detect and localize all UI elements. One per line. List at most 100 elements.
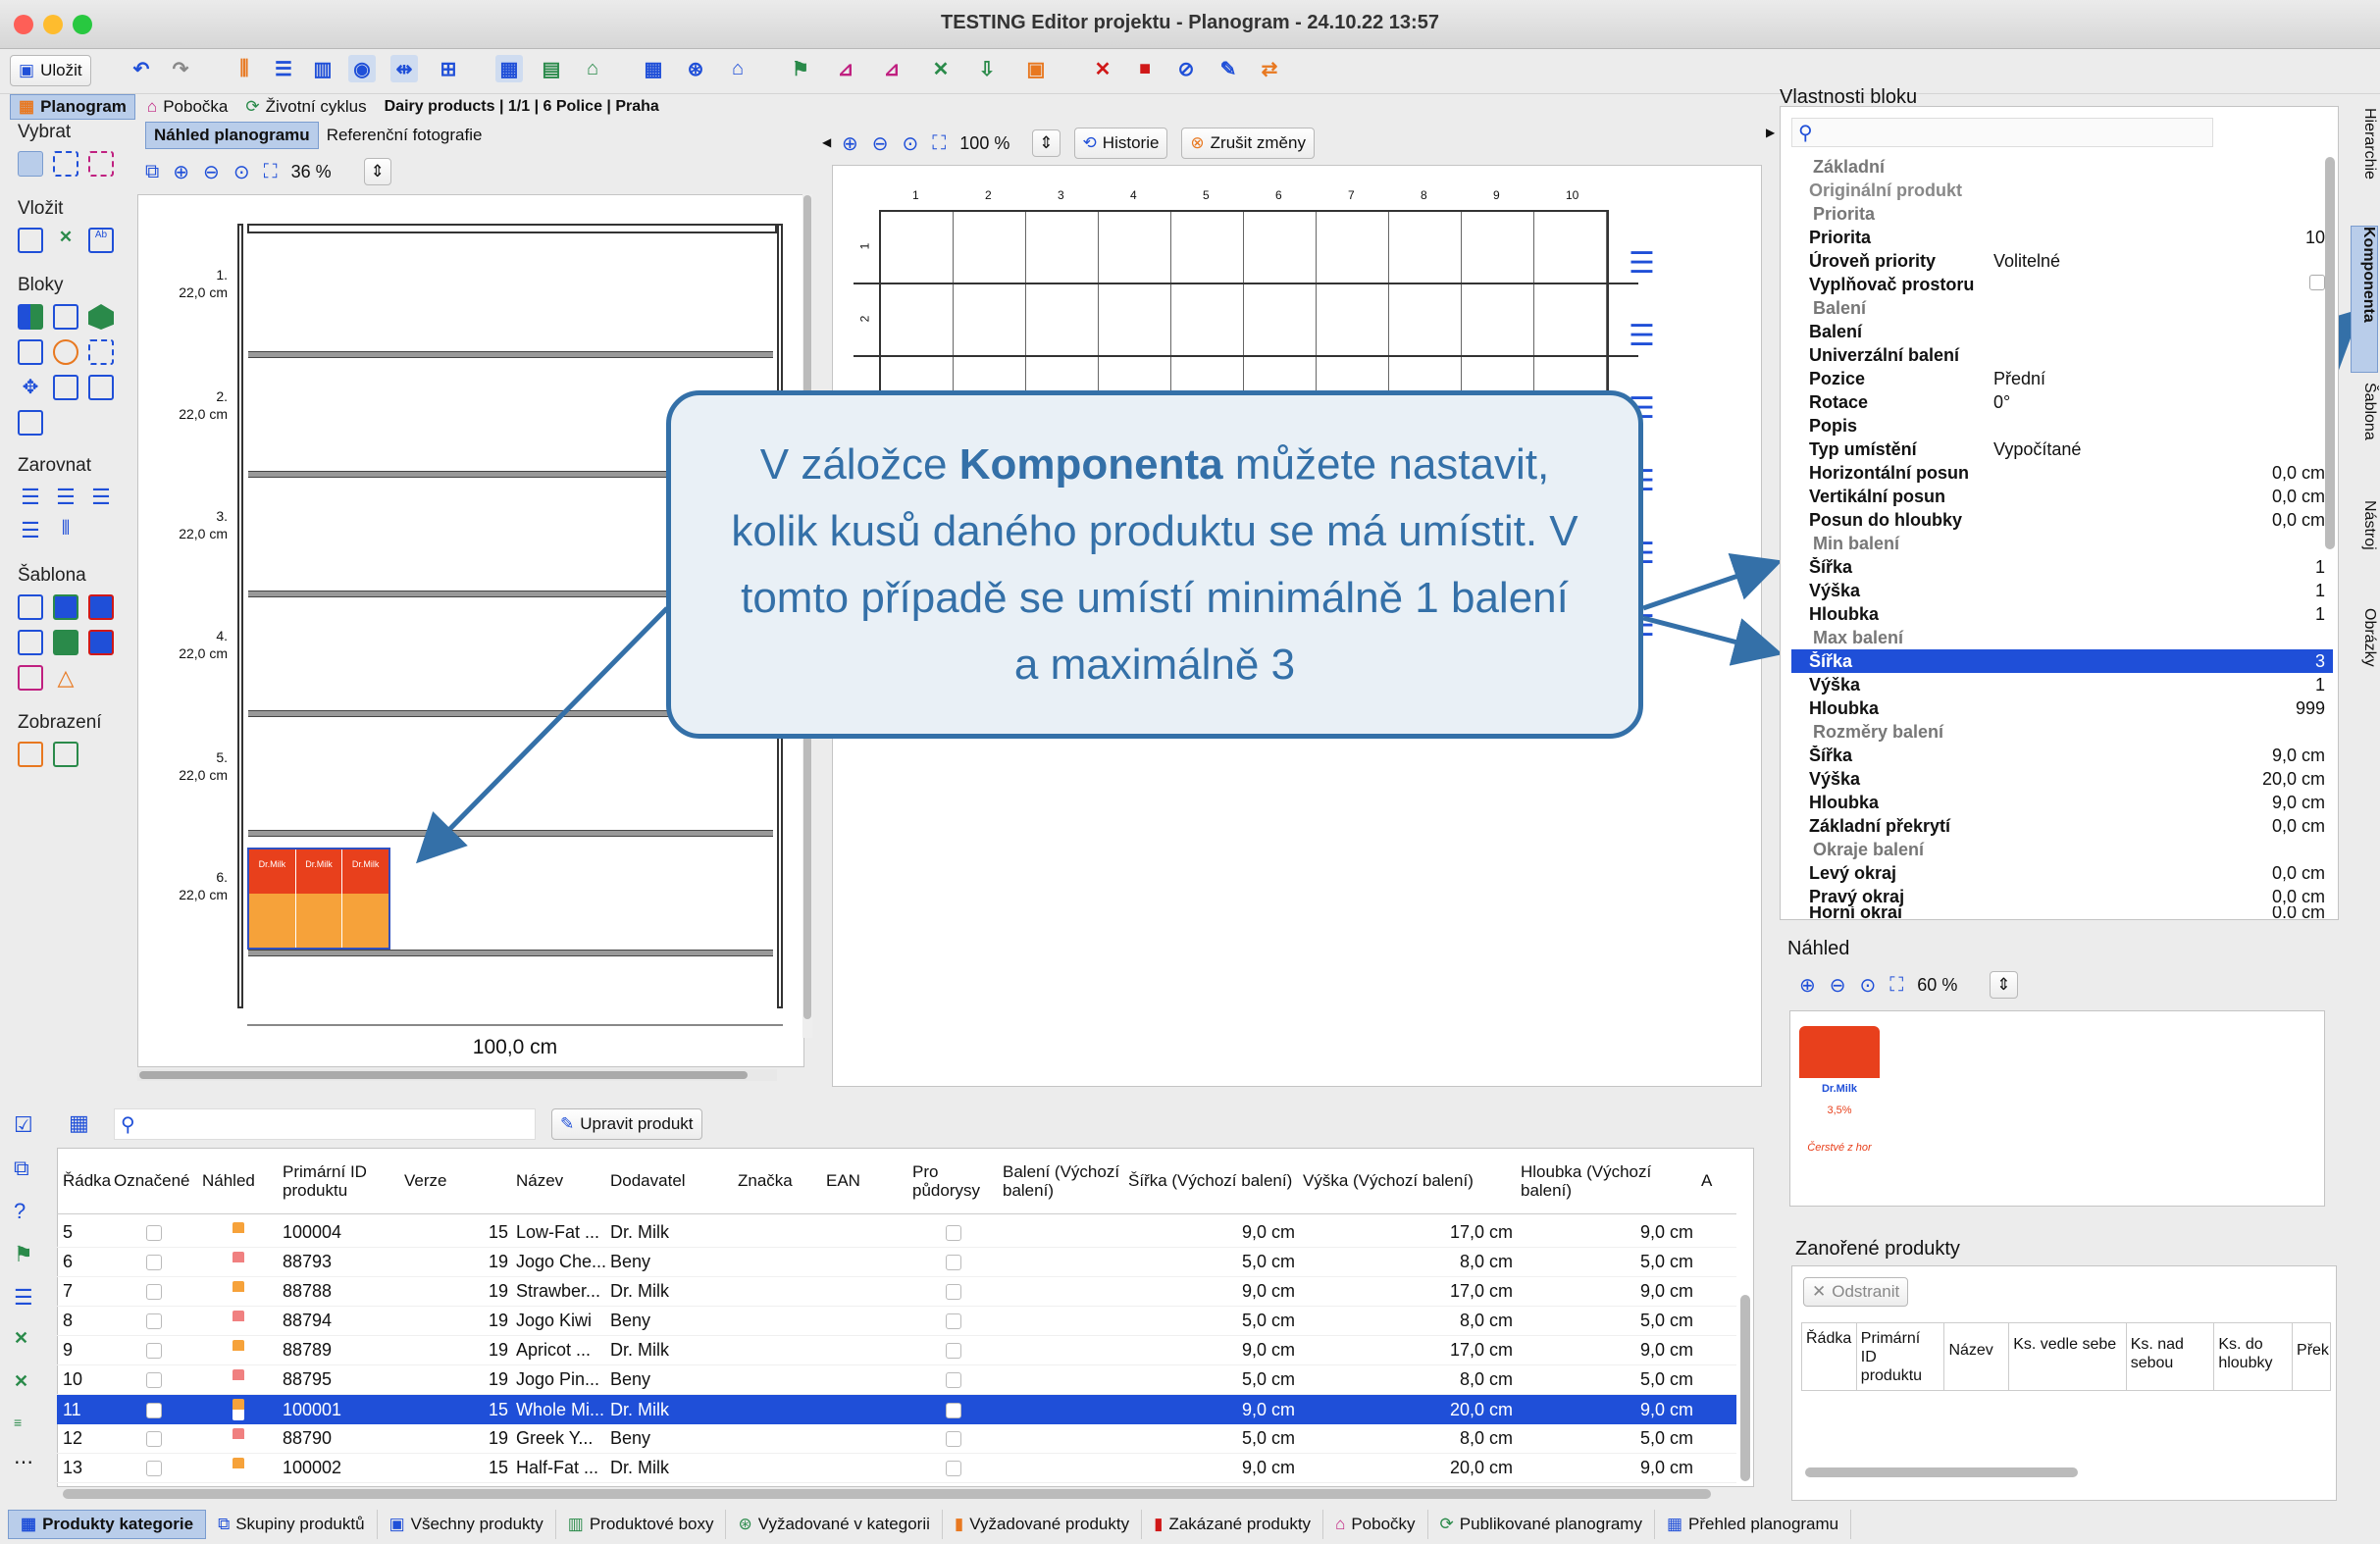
- template8-icon[interactable]: △: [53, 665, 78, 691]
- template3-icon[interactable]: [88, 594, 114, 620]
- help-icon[interactable]: ?: [14, 1199, 26, 1224]
- tab-planogram-preview[interactable]: Náhled planogramu: [145, 122, 319, 149]
- tab-planogram[interactable]: ▦ Planogram: [10, 94, 135, 120]
- csv-icon[interactable]: ≡: [14, 1415, 22, 1430]
- columns-icon[interactable]: ▥: [309, 55, 336, 82]
- preview-zoom-in-icon[interactable]: ⊕: [1799, 973, 1816, 998]
- preview-zoom-frame-icon[interactable]: ⛶: [1889, 974, 1903, 997]
- properties-search-input[interactable]: ⚲: [1791, 118, 2213, 147]
- table-row[interactable]: 12 88790 19 Greek Y... Beny 5,0 cm 8,0 cm 5,0 c…: [57, 1424, 1736, 1454]
- floorplan-checkbox[interactable]: [908, 1340, 999, 1361]
- section-min-packaging[interactable]: Min balení: [1791, 532, 2333, 555]
- template2-icon[interactable]: [53, 594, 78, 620]
- edit-icon[interactable]: ✎: [1215, 55, 1242, 82]
- check-icon[interactable]: ☑: [14, 1112, 33, 1138]
- align-columns-icon[interactable]: ⦀: [53, 518, 78, 543]
- tree-icon[interactable]: ⊞: [435, 55, 462, 82]
- marked-checkbox[interactable]: [110, 1340, 198, 1361]
- align-left-icon[interactable]: ☰: [18, 485, 43, 510]
- preview-zoom-out-icon[interactable]: ⊖: [1830, 973, 1846, 998]
- multi-select-icon[interactable]: [53, 151, 78, 177]
- zoom-stepper[interactable]: ⇕: [363, 158, 391, 185]
- prop-priority[interactable]: Priorita 10: [1791, 226, 2333, 249]
- side-tab-images[interactable]: Obrázky: [2351, 608, 2378, 696]
- blocks-split-icon[interactable]: [18, 339, 43, 365]
- marked-checkbox[interactable]: [110, 1400, 198, 1420]
- template1-icon[interactable]: [18, 594, 43, 620]
- col-height[interactable]: Výška (Výchozí balení): [1299, 1171, 1517, 1191]
- product-search-input[interactable]: ⚲: [114, 1108, 536, 1140]
- col-packaging[interactable]: Balení (Výchozí balení): [999, 1162, 1124, 1200]
- prop-h-offset[interactable]: Horizontální posun 0,0 cm: [1791, 461, 2333, 485]
- xo-export-icon[interactable]: ✕: [14, 1371, 28, 1392]
- col-width[interactable]: Šířka (Výchozí balení): [1124, 1171, 1299, 1191]
- template7-icon[interactable]: [18, 665, 43, 691]
- prop-placement-type[interactable]: Typ umístění Vypočítané: [1791, 437, 2333, 461]
- copy-icon[interactable]: ⧉: [14, 1156, 29, 1181]
- prop-position[interactable]: Pozice Přední: [1791, 367, 2333, 390]
- list-icon[interactable]: ☰: [270, 55, 297, 82]
- side-tab-component[interactable]: Komponenta: [2351, 226, 2378, 373]
- prop-min-depth[interactable]: Hloubka 1: [1791, 602, 2333, 626]
- save-button[interactable]: ▣ Uložit: [10, 55, 91, 86]
- product-block[interactable]: Dr.Milk Dr.Milk Dr.Milk: [247, 848, 390, 950]
- blocks-group-icon[interactable]: [18, 410, 43, 436]
- blocks-cube-icon[interactable]: [88, 304, 114, 330]
- tab-branch[interactable]: ⌂ Pobočka: [141, 95, 233, 119]
- prop-min-height[interactable]: Výška 1: [1791, 579, 2333, 602]
- dimension-icon[interactable]: ⇹: [390, 55, 418, 82]
- marked-checkbox[interactable]: [110, 1369, 198, 1390]
- tab-product-boxes[interactable]: ▥ Produktové boxy: [556, 1510, 727, 1539]
- grid-zoom-stepper[interactable]: ⇕: [1032, 129, 1061, 157]
- undo-icon[interactable]: ↶: [128, 55, 155, 82]
- xo-icon[interactable]: ✕: [14, 1328, 28, 1349]
- floorplan-checkbox[interactable]: [908, 1369, 999, 1390]
- section-packaging-edges[interactable]: Okraje balení: [1791, 838, 2333, 861]
- col-preview[interactable]: Náhled: [198, 1171, 279, 1191]
- collapse-right-icon[interactable]: ▶: [1766, 126, 1775, 139]
- properties-scrollbar[interactable]: [2325, 157, 2335, 549]
- delete-icon[interactable]: ✕: [1089, 55, 1116, 82]
- floorplan-checkbox[interactable]: [908, 1252, 999, 1272]
- zoom-out-icon[interactable]: ⊖: [203, 160, 220, 184]
- tab-lifecycle[interactable]: ⟳ Životní cyklus: [239, 95, 372, 119]
- marked-checkbox[interactable]: [110, 1458, 198, 1478]
- template5-icon[interactable]: [53, 630, 78, 655]
- prop-max-depth[interactable]: Hloubka 999: [1791, 696, 2333, 720]
- table-row[interactable]: 11 100001 15 Whole Mi... Dr. Milk 9,0 cm 20,0 …: [57, 1395, 1736, 1424]
- select-tool-icon[interactable]: [18, 151, 43, 177]
- marked-checkbox[interactable]: [110, 1311, 198, 1331]
- display2-icon[interactable]: [53, 742, 78, 767]
- zoom-frame-icon[interactable]: ⛶: [264, 161, 278, 183]
- grid-zoom-in-icon[interactable]: ⊕: [842, 131, 858, 156]
- marked-checkbox[interactable]: [110, 1222, 198, 1243]
- preview-zoom-value[interactable]: 60 %: [1917, 975, 1976, 996]
- blocks-grid-icon[interactable]: [18, 304, 43, 330]
- align-justify-icon[interactable]: ☰: [18, 518, 43, 543]
- prop-max-height[interactable]: Výška 1: [1791, 673, 2333, 696]
- col-supplier[interactable]: Dodavatel: [606, 1171, 734, 1191]
- prop-max-width[interactable]: Šířka 3: [1791, 649, 2333, 673]
- col-primary-id[interactable]: Primární ID produktu: [279, 1162, 400, 1200]
- floorplan-checkbox[interactable]: [908, 1222, 999, 1243]
- blocks-frame-icon[interactable]: [88, 339, 114, 365]
- tab-product-groups[interactable]: ⧉ Skupiny produktů: [206, 1510, 378, 1539]
- tab-required-in-category[interactable]: ⊛ Vyžadované v kategorii: [726, 1510, 943, 1539]
- blocks-distribute-icon[interactable]: [53, 375, 78, 400]
- blocks-stack-icon[interactable]: [88, 375, 114, 400]
- tab-published-planograms[interactable]: ⟳ Publikované planogramy: [1428, 1510, 1655, 1539]
- prop-rotation[interactable]: Rotace 0°: [1791, 390, 2333, 414]
- section-priority[interactable]: Priorita: [1791, 202, 2333, 226]
- tab-branches[interactable]: ⌂ Pobočky: [1323, 1510, 1428, 1539]
- side-tab-tool[interactable]: Nástroj: [2351, 500, 2378, 598]
- edit-product-button[interactable]: ✎ Upravit produkt: [551, 1108, 702, 1140]
- prop-priority-level[interactable]: Úroveň priority Volitelné: [1791, 249, 2333, 273]
- camera-icon[interactable]: ◉: [348, 55, 376, 82]
- prop-left-edge[interactable]: Levý okraj 0,0 cm: [1791, 861, 2333, 885]
- side-tab-hierarchy[interactable]: Hierarchie: [2351, 108, 2378, 216]
- swap-icon[interactable]: ⇄: [1256, 55, 1283, 82]
- bars-icon[interactable]: ⫼: [231, 55, 258, 82]
- prop-packaging[interactable]: Balení: [1791, 320, 2333, 343]
- col-depth[interactable]: Hloubka (Výchozí balení): [1517, 1162, 1697, 1200]
- table-row[interactable]: 5 100004 15 Low-Fat ... Dr. Milk 9,0 cm 17,0 c…: [57, 1218, 1736, 1248]
